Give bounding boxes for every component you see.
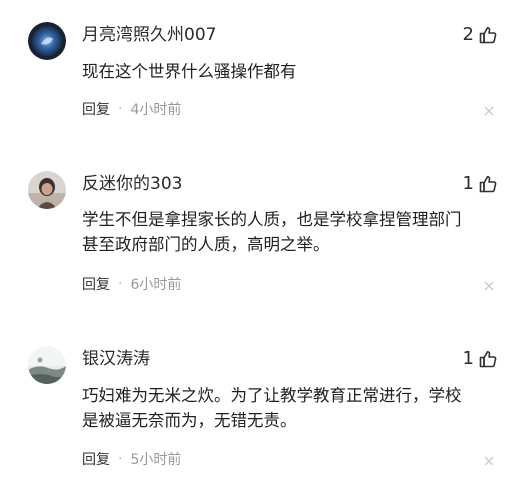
thumbs-up-icon[interactable]	[479, 350, 497, 368]
comment-text-line: 巧妇难为无米之炊。为了让教学教育正常进行，学校	[82, 386, 462, 405]
separator-dot: ·	[118, 276, 123, 292]
timestamp: 5小时前	[130, 452, 182, 468]
comment-text-line: 甚至政府部门的人质，高明之举。	[82, 235, 330, 254]
like-count: 1	[462, 173, 474, 194]
comment-meta: 回复 · 6小时前	[82, 274, 181, 294]
like-count: 1	[462, 348, 474, 369]
comment-text: 学生不但是拿捏家长的人质，也是学校拿捏管理部门 甚至政府部门的人质，高明之举。	[82, 207, 502, 257]
avatar[interactable]	[28, 22, 66, 60]
thumbs-up-icon[interactable]	[479, 175, 497, 193]
username[interactable]: 银汉涛涛	[82, 348, 150, 370]
timestamp: 6小时前	[130, 277, 182, 293]
close-icon[interactable]	[483, 280, 495, 292]
comment-text-line: 学生不但是拿捏家长的人质，也是学校拿捏管理部门	[82, 210, 462, 229]
comment-text: 巧妇难为无米之炊。为了让教学教育正常进行，学校 是被逼无奈而为，无错无责。	[82, 383, 502, 433]
separator-dot: ·	[118, 101, 123, 117]
comment-text-line: 是被逼无奈而为，无错无责。	[82, 411, 297, 430]
reply-button[interactable]: 回复	[82, 274, 110, 294]
like-button[interactable]: 1	[463, 347, 497, 371]
username[interactable]: 反迷你的303	[82, 173, 182, 195]
separator-dot: ·	[118, 451, 123, 467]
comment-meta: 回复 · 4小时前	[82, 99, 181, 119]
timestamp: 4小时前	[130, 102, 182, 118]
reply-button[interactable]: 回复	[82, 99, 110, 119]
reply-button[interactable]: 回复	[82, 449, 110, 469]
like-count: 2	[462, 24, 474, 45]
comment-text: 现在这个世界什么骚操作都有	[82, 59, 502, 84]
like-button[interactable]: 1	[463, 172, 497, 196]
avatar[interactable]	[28, 346, 66, 384]
avatar[interactable]	[28, 171, 66, 209]
comment-meta: 回复 · 5小时前	[82, 449, 181, 469]
username[interactable]: 月亮湾照久州007	[82, 24, 216, 46]
close-icon[interactable]	[483, 105, 495, 117]
like-button[interactable]: 2	[463, 23, 497, 47]
thumbs-up-icon[interactable]	[479, 26, 497, 44]
comment-text-line: 现在这个世界什么骚操作都有	[82, 62, 297, 81]
close-icon[interactable]	[483, 455, 495, 467]
